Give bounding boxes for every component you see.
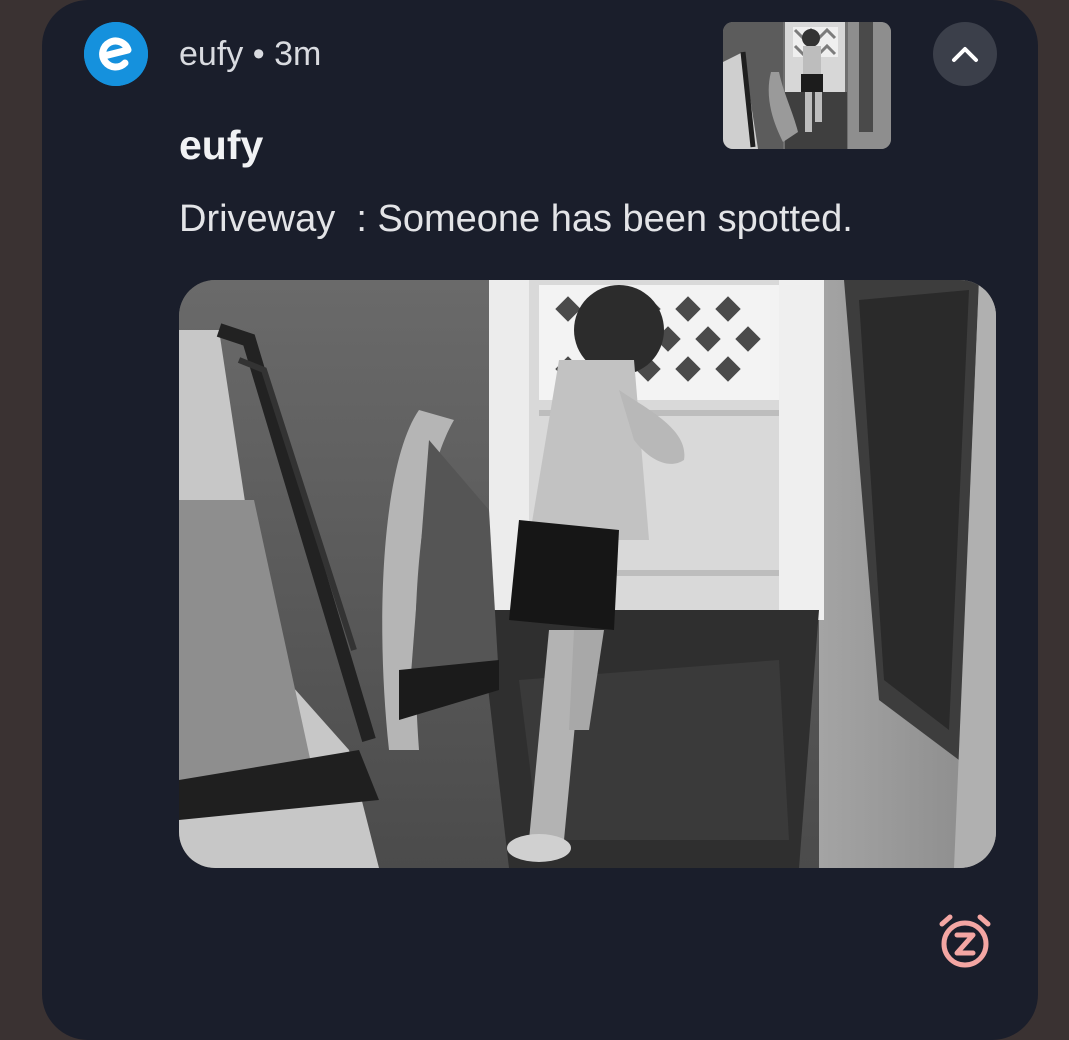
notification-message: Driveway : Someone has been spotted. [179,198,853,240]
snooze-button[interactable] [933,909,997,973]
notification-card[interactable]: eufy • 3m eufy Driveway : Someone has be… [42,0,1038,1040]
collapse-button[interactable] [933,22,997,86]
camera-thumbnail[interactable] [723,22,891,149]
chevron-up-icon [952,47,978,62]
camera-snapshot[interactable] [179,280,996,868]
eufy-logo-icon [84,22,148,86]
timestamp: 3m [274,35,322,73]
notification-header: eufy • 3m [179,34,321,74]
app-name: eufy [179,35,244,73]
snooze-alarm-icon [939,914,991,968]
header-separator: • [252,35,265,73]
notification-title: eufy [179,122,264,168]
